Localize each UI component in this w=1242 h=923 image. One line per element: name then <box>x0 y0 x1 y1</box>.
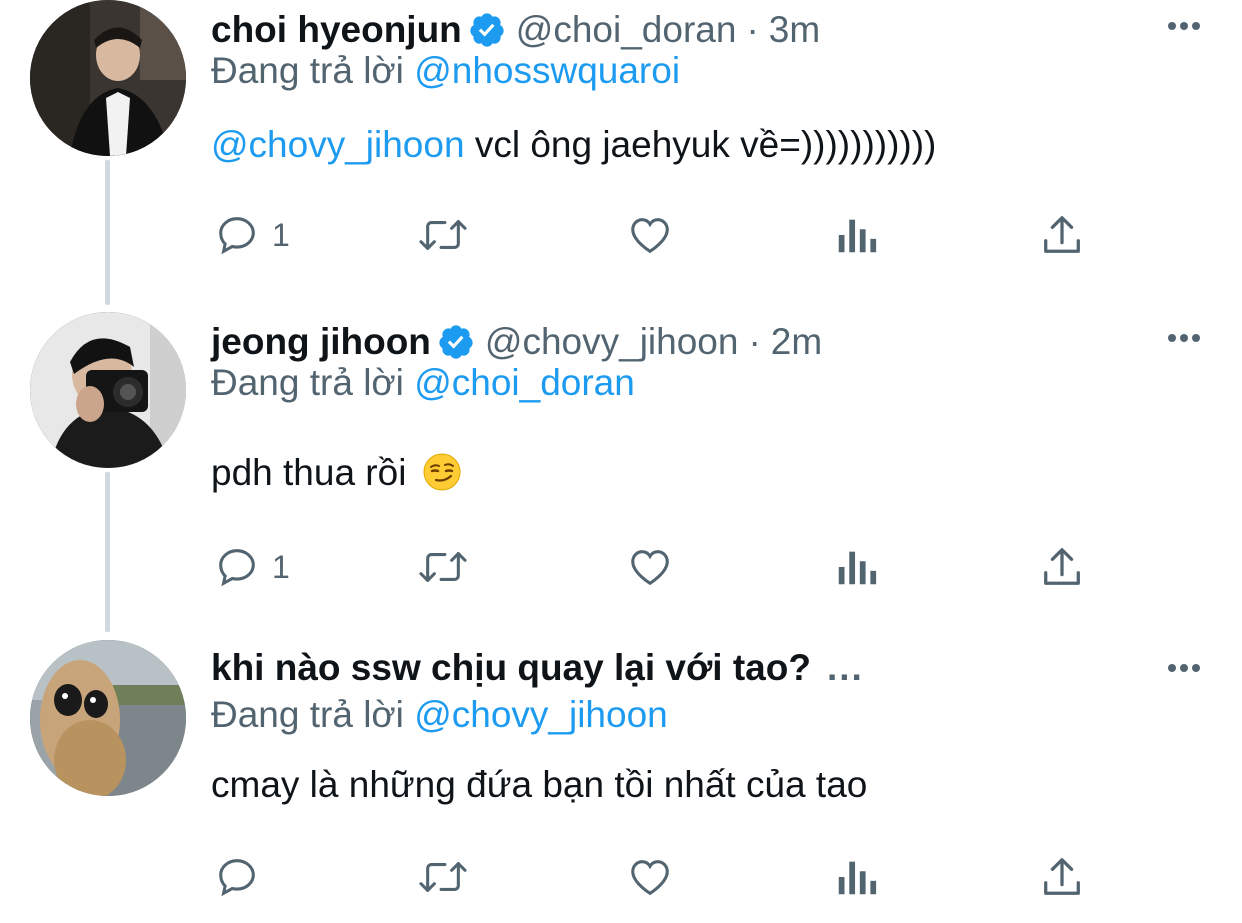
like-icon <box>626 854 674 900</box>
separator-dot: · <box>746 9 759 50</box>
verified-badge-icon <box>437 323 475 361</box>
more-icon[interactable] <box>1168 22 1200 30</box>
reply-button[interactable] <box>214 852 272 902</box>
separator-dot: · <box>748 321 761 362</box>
retweet-icon <box>414 212 472 258</box>
timestamp[interactable]: 3m <box>769 9 820 51</box>
tweet-text: cmay là những đứa bạn tồi nhất của tao <box>211 764 867 806</box>
body-text: pdh thua rồi <box>211 452 407 493</box>
tweet-text: @chovy_jihoon vcl ông jaehyuk về=)))))))… <box>211 124 936 166</box>
replying-to: Đang trả lời @choi_doran <box>211 362 635 404</box>
retweet-icon <box>414 544 472 590</box>
tweet[interactable]: choi hyeonjun @choi_doran · 3m Đang trả … <box>0 0 1242 300</box>
retweet-button[interactable] <box>414 210 472 260</box>
retweet-icon <box>414 854 472 900</box>
display-name[interactable]: khi nào ssw chịu quay lại với tao? <box>211 647 811 689</box>
analytics-icon <box>834 212 878 258</box>
like-button[interactable] <box>626 210 674 260</box>
reply-icon <box>214 544 260 590</box>
user-handle[interactable]: @chovy_jihoon <box>485 321 739 363</box>
retweet-button[interactable] <box>414 852 472 902</box>
like-button[interactable] <box>626 542 674 592</box>
more-icon[interactable] <box>1168 664 1200 672</box>
reply-button[interactable]: 1 <box>214 210 290 260</box>
analytics-button[interactable] <box>834 852 878 902</box>
tweet-actions: 1 <box>0 542 1242 592</box>
body-text: vcl ông jaehyuk về=))))))))))) <box>464 124 937 165</box>
reply-icon <box>214 212 260 258</box>
replying-to-label: Đang trả lời <box>211 362 404 403</box>
share-icon <box>1040 854 1084 900</box>
replying-to-mention[interactable]: @choi_doran <box>414 362 635 403</box>
body-mention[interactable]: @chovy_jihoon <box>211 124 465 165</box>
share-button[interactable] <box>1040 542 1084 592</box>
reply-count: 1 <box>272 216 290 253</box>
replying-to-mention[interactable]: @nhosswquaroi <box>414 50 680 91</box>
avatar[interactable] <box>30 312 186 468</box>
share-button[interactable] <box>1040 210 1084 260</box>
display-name[interactable]: jeong jihoon <box>211 321 431 363</box>
replying-to-mention[interactable]: @chovy_jihoon <box>414 694 668 735</box>
share-button[interactable] <box>1040 852 1084 902</box>
like-button[interactable] <box>626 852 674 902</box>
analytics-icon <box>834 854 878 900</box>
verified-badge-icon <box>468 11 506 49</box>
tweet-header: khi nào ssw chịu quay lại với tao? ... <box>211 638 864 698</box>
retweet-button[interactable] <box>414 542 472 592</box>
like-icon <box>626 544 674 590</box>
analytics-button[interactable] <box>834 542 878 592</box>
share-icon <box>1040 544 1084 590</box>
tweet[interactable]: jeong jihoon @chovy_jihoon · 2m Đang trả… <box>0 312 1242 622</box>
replying-to-label: Đang trả lời <box>211 50 404 91</box>
share-icon <box>1040 212 1084 258</box>
like-icon <box>626 212 674 258</box>
avatar[interactable] <box>30 0 186 156</box>
replying-to-label: Đang trả lời <box>211 694 404 735</box>
avatar[interactable] <box>30 640 186 796</box>
replying-to: Đang trả lời @nhosswquaroi <box>211 50 680 92</box>
replying-to: Đang trả lời @chovy_jihoon <box>211 694 668 736</box>
reply-icon <box>214 854 260 900</box>
tweet-actions <box>0 852 1242 902</box>
name-truncation: ... <box>826 647 864 688</box>
tweet[interactable]: khi nào ssw chịu quay lại với tao? ... Đ… <box>0 638 1242 923</box>
analytics-button[interactable] <box>834 210 878 260</box>
analytics-icon <box>834 544 878 590</box>
display-name[interactable]: choi hyeonjun <box>211 9 462 51</box>
tweet-actions: 1 <box>0 210 1242 260</box>
more-icon[interactable] <box>1168 334 1200 342</box>
body-text: cmay là những đứa bạn tồi nhất của tao <box>211 764 868 805</box>
reply-count: 1 <box>272 548 290 585</box>
user-handle[interactable]: @choi_doran <box>516 9 737 51</box>
smirking-face-emoji <box>423 453 461 491</box>
timestamp[interactable]: 2m <box>771 321 822 363</box>
reply-button[interactable]: 1 <box>214 542 290 592</box>
tweet-text: pdh thua rồi <box>211 452 461 494</box>
